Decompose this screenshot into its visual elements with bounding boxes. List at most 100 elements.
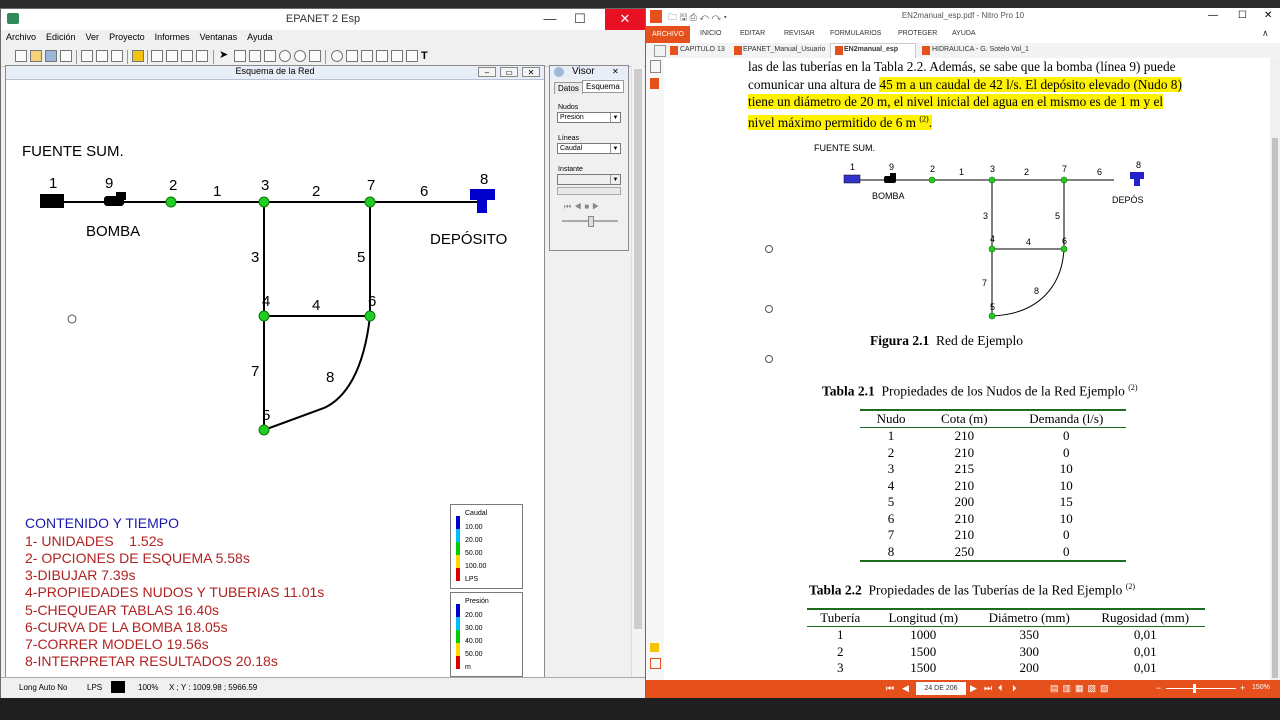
add-reservoir-icon[interactable] — [346, 50, 358, 62]
query-icon[interactable] — [151, 50, 163, 62]
zoom-slider-thumb[interactable] — [1193, 684, 1196, 693]
ribbon-editar[interactable]: EDITAR — [740, 30, 765, 37]
prev-page-icon[interactable]: ◀ — [902, 683, 909, 694]
time-select[interactable]: ▼ — [557, 174, 621, 185]
find-icon[interactable] — [111, 50, 123, 62]
zoom-out-icon[interactable]: − — [1156, 683, 1161, 693]
pdf-page[interactable]: las de las tuberías en la Tabla 2.2. Ade… — [664, 58, 1270, 680]
ribbon-formularios[interactable]: FORMULARIOS — [830, 30, 881, 37]
tank-node-8[interactable] — [470, 189, 495, 200]
doc-tab-epanet-manual[interactable]: EPANET_Manual_Usuario — [743, 46, 825, 53]
run-icon[interactable] — [132, 50, 144, 62]
ribbon-revisar[interactable]: REVISAR — [784, 30, 815, 37]
zoom-in-icon[interactable]: + — [1240, 683, 1245, 693]
pressure-legend-swatch — [456, 617, 460, 630]
junction-node-2[interactable] — [165, 196, 177, 208]
pressure-legend-value: 30.00 — [465, 625, 483, 632]
zoom-out-icon[interactable] — [294, 50, 306, 62]
forward-icon[interactable]: ⏵ — [1012, 683, 1017, 694]
pressure-legend[interactable]: Presión 20.00 30.00 40.00 50.00 m — [450, 592, 523, 677]
visor-tab-esquema[interactable]: Esquema — [582, 80, 624, 93]
add-junction-icon[interactable] — [331, 50, 343, 62]
save-icon[interactable] — [45, 50, 57, 62]
menu-informes[interactable]: Informes — [150, 30, 195, 42]
map-close-icon[interactable]: ✕ — [522, 67, 540, 77]
zoom-slider[interactable] — [1166, 688, 1236, 689]
nitro-minimize-icon[interactable]: — — [1208, 10, 1218, 21]
last-page-icon[interactable]: ⏭ — [984, 683, 992, 694]
rewind-icon[interactable]: ⏴ — [998, 683, 1003, 694]
menu-archivo[interactable]: Archivo — [1, 30, 41, 42]
minimize-icon[interactable]: — — [535, 9, 565, 30]
visor-tab-datos[interactable]: Datos — [554, 82, 583, 94]
pdf-scrollbar[interactable] — [1270, 58, 1280, 680]
page-number-field[interactable]: 24 DE 206 — [916, 682, 966, 695]
nodes-select[interactable]: Presión ▼ — [557, 112, 621, 123]
animation-controls[interactable]: ⏮◀■▶ — [564, 202, 602, 212]
pages-panel-icon[interactable] — [650, 60, 661, 73]
close-icon[interactable]: ✕ — [605, 9, 645, 30]
table-icon[interactable] — [181, 50, 193, 62]
first-page-icon[interactable]: ⏮ — [886, 683, 894, 694]
table-cell: 210 — [954, 527, 975, 542]
select-arrow-icon[interactable]: ➤ — [219, 50, 231, 62]
next-page-icon[interactable]: ▶ — [970, 683, 977, 694]
ribbon-inicio[interactable]: INICIO — [700, 30, 721, 37]
doc-tab-hidraulica[interactable]: HIDRAULICA - G. Sotelo Vol_1 — [932, 46, 1029, 53]
full-extent-icon[interactable] — [309, 50, 321, 62]
links-select[interactable]: Caudal ▼ — [557, 143, 621, 154]
map-minimize-icon[interactable]: – — [478, 67, 496, 77]
junction-node-4[interactable] — [258, 310, 270, 322]
select-region-icon[interactable] — [249, 50, 261, 62]
view-mode-icons[interactable]: ▤▥▦▧▨ — [1050, 683, 1113, 694]
junction-node-3[interactable] — [258, 196, 270, 208]
doc-tab-capitulo13[interactable]: CAPITULO 13 — [680, 46, 725, 53]
delete-icon[interactable] — [96, 50, 108, 62]
table-cell: 0 — [1063, 428, 1070, 443]
ribbon-collapse-icon[interactable]: ∧ — [1262, 28, 1269, 39]
pdf-scrollbar-thumb[interactable] — [1272, 138, 1278, 678]
tabs-menu-icon[interactable] — [654, 45, 666, 57]
junction-node-7[interactable] — [364, 196, 376, 208]
menu-ver[interactable]: Ver — [81, 30, 105, 42]
junction-node-5[interactable] — [258, 424, 270, 436]
nitro-maximize-icon[interactable]: ☐ — [1238, 10, 1247, 21]
add-label-icon[interactable]: T — [421, 50, 433, 62]
zoom-in-icon[interactable] — [279, 50, 291, 62]
doc-tab-en2manual[interactable]: EN2manual_esp — [844, 46, 898, 53]
print-icon[interactable] — [60, 50, 72, 62]
epanet-scrollbar[interactable] — [631, 65, 644, 677]
open-folder-icon[interactable] — [30, 50, 42, 62]
epanet-scrollbar-thumb[interactable] — [634, 69, 642, 629]
ribbon-proteger[interactable]: PROTEGER — [898, 30, 937, 37]
menu-proyecto[interactable]: Proyecto — [104, 30, 150, 42]
add-tank-icon[interactable] — [361, 50, 373, 62]
select-vertex-icon[interactable] — [234, 50, 246, 62]
add-pipe-icon[interactable] — [376, 50, 388, 62]
comments-panel-icon[interactable] — [650, 643, 659, 652]
time-scrollbar[interactable] — [557, 187, 621, 195]
junction-node-6[interactable] — [364, 310, 376, 322]
copy-icon[interactable] — [81, 50, 93, 62]
ribbon-ayuda[interactable]: AYUDA — [952, 30, 976, 37]
new-file-icon[interactable] — [15, 50, 27, 62]
maximize-icon[interactable]: ☐ — [565, 9, 595, 30]
menu-ventanas[interactable]: Ventanas — [195, 30, 243, 42]
visor-close-icon[interactable]: ✕ — [612, 67, 619, 76]
speed-slider-thumb[interactable] — [588, 216, 594, 227]
ribbon-archivo[interactable]: ARCHIVO — [646, 26, 690, 43]
map-restore-icon[interactable]: ▭ — [500, 67, 518, 77]
nitro-close-icon[interactable]: ✕ — [1264, 10, 1272, 21]
flow-legend[interactable]: Caudal 10.00 20.00 50.00 100.00 LPS — [450, 504, 523, 589]
options-icon[interactable] — [196, 50, 208, 62]
graph-icon[interactable] — [166, 50, 178, 62]
bookmark-panel-icon[interactable] — [650, 78, 659, 89]
attachments-panel-icon[interactable] — [650, 658, 661, 669]
add-valve-icon[interactable] — [406, 50, 418, 62]
add-pump-icon[interactable] — [391, 50, 403, 62]
menu-ayuda[interactable]: Ayuda — [242, 30, 277, 42]
reservoir-node-1[interactable] — [40, 194, 64, 208]
menu-edicion[interactable]: Edición — [41, 30, 81, 42]
table-cell: 10 — [1059, 461, 1073, 476]
pan-icon[interactable] — [264, 50, 276, 62]
